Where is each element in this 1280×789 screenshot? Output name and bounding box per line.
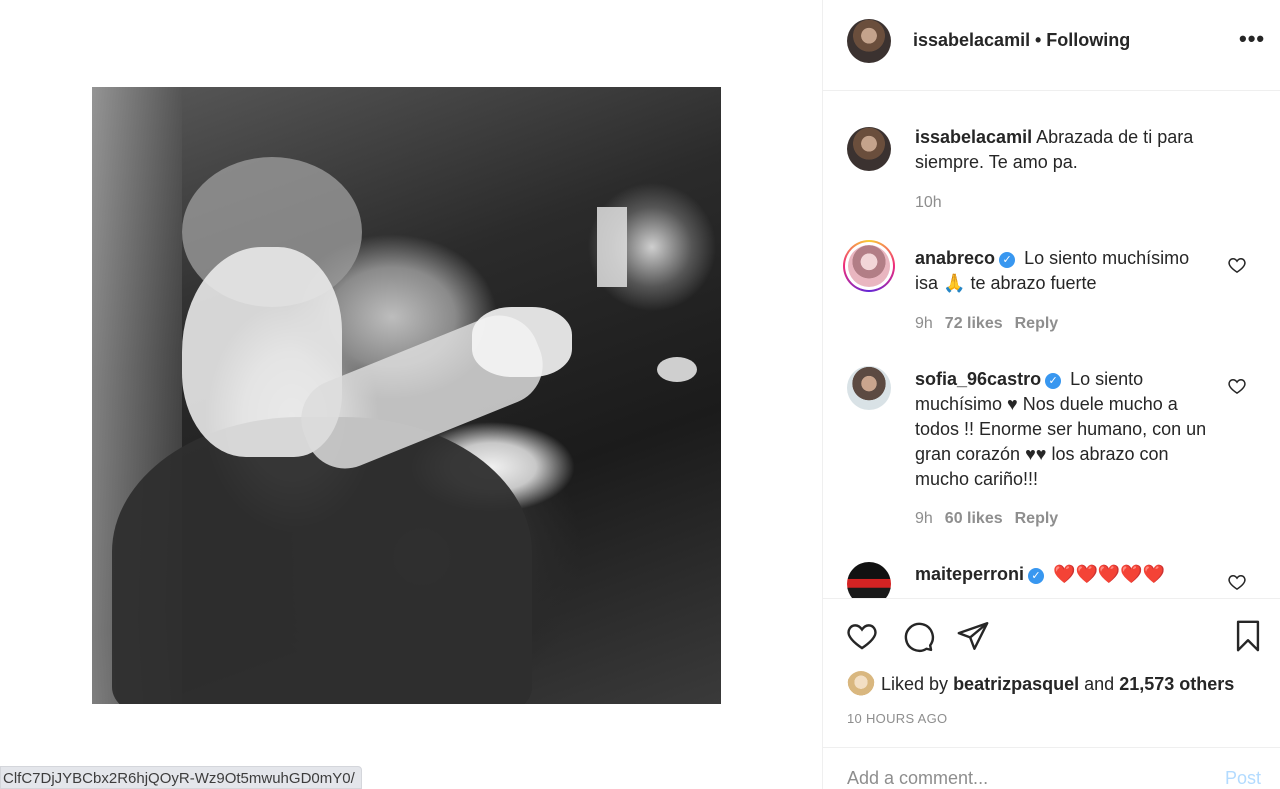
comment-form: Post (823, 747, 1280, 789)
caption-avatar[interactable] (847, 127, 891, 171)
bookmark-icon[interactable] (1231, 619, 1265, 653)
post-timestamp[interactable]: 10 HOURS AGO (847, 711, 947, 726)
heart-outline-icon[interactable] (1227, 572, 1247, 592)
status-url: ClfC7DjJYBCbx2R6hjQOyR-Wz9Ot5mwuhGD0mY0/ (0, 766, 362, 789)
media-pane: ClfC7DjJYBCbx2R6hjQOyR-Wz9Ot5mwuhGD0mY0/ (0, 0, 822, 789)
post-photo[interactable] (92, 87, 721, 704)
verified-badge-icon: ✓ (1028, 568, 1045, 584)
comment-text: ❤️❤️❤️❤️❤️ (1053, 564, 1166, 584)
reply-button[interactable]: Reply (1015, 315, 1059, 332)
liker-avatar[interactable] (847, 671, 875, 699)
caption-username[interactable]: issabelacamil (915, 127, 1032, 147)
likes-count-link[interactable]: 21,573 others (1119, 674, 1234, 694)
post-actions: Liked by beatrizpasquel and 21,573 other… (823, 598, 1280, 789)
comment-icon[interactable] (901, 619, 935, 653)
comment-text-cont: te abrazo fuerte (970, 273, 1097, 293)
reply-button[interactable]: Reply (1015, 510, 1059, 527)
verified-badge-icon: ✓ (999, 252, 1016, 268)
comment-likes[interactable]: 72 likes (945, 315, 1003, 332)
author-username[interactable]: issabelacamil (913, 30, 1030, 51)
commenter-username[interactable]: sofia_96castro (915, 369, 1041, 389)
more-horizontal-icon[interactable]: ••• (1239, 28, 1264, 52)
heart-icon[interactable] (845, 619, 879, 653)
liked-by-prefix: Liked by (881, 673, 949, 694)
post-button[interactable]: Post (1225, 768, 1261, 789)
author-avatar[interactable] (847, 19, 891, 63)
comment-time[interactable]: 9h (915, 510, 933, 527)
comment-input[interactable] (847, 768, 1187, 789)
heart-outline-icon[interactable] (1227, 376, 1247, 396)
heart-outline-icon[interactable] (1227, 255, 1247, 275)
liked-by-connector: and (1084, 673, 1115, 694)
commenter-username[interactable]: anabreco (915, 248, 995, 268)
post-header: issabelacamil • Following ••• (823, 0, 1280, 91)
comment-likes[interactable]: 60 likes (945, 510, 1003, 527)
follow-status[interactable]: • Following (1035, 30, 1130, 51)
caption-time: 10h (915, 194, 942, 211)
paper-plane-icon[interactable] (956, 619, 990, 653)
pray-emoji: 🙏 (943, 273, 966, 293)
comment-time[interactable]: 9h (915, 315, 933, 332)
commenter-avatar[interactable] (847, 366, 891, 410)
post-sidebar: issabelacamil • Following ••• issabelaca… (822, 0, 1280, 789)
commenter-username[interactable]: maiteperroni (915, 564, 1024, 584)
liked-by: Liked by beatrizpasquel and 21,573 other… (847, 671, 1234, 699)
commenter-avatar[interactable] (847, 562, 891, 598)
liker-username[interactable]: beatrizpasquel (953, 674, 1079, 694)
verified-badge-icon: ✓ (1045, 373, 1062, 389)
comments-list[interactable]: issabelacamil Abrazada de ti para siempr… (823, 92, 1280, 598)
commenter-avatar[interactable] (848, 245, 890, 287)
